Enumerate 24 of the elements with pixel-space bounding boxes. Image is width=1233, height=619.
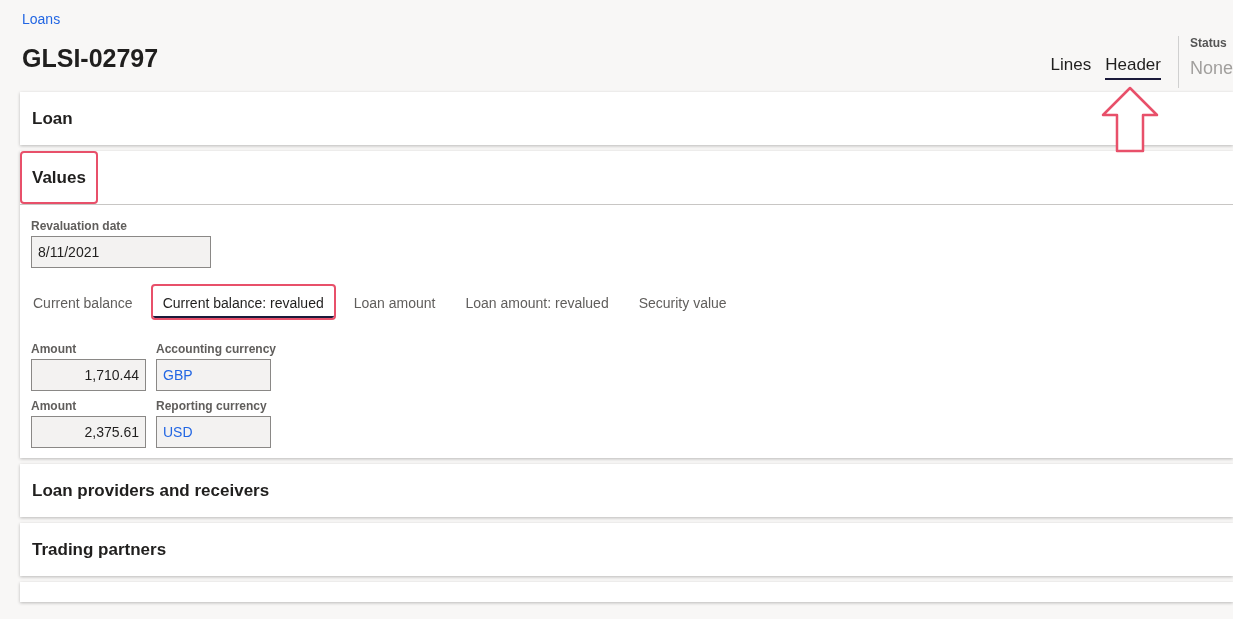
page-title: GLSI-02797 [22,44,159,73]
amount-field[interactable]: 1,710.44 [31,359,146,391]
section-header[interactable]: Loan providers and receivers [20,464,282,517]
status-value: None [1189,58,1233,79]
field-label: Amount [31,342,78,356]
value-tab[interactable]: Loan amount: revalued [453,284,621,320]
currency-field[interactable]: USD [156,416,271,448]
date-field[interactable]: 8/11/2021 [31,236,211,268]
field-label: Reporting currency [156,399,268,413]
breadcrumb-link[interactable]: Loans [22,11,61,27]
field-label: Amount [31,399,78,413]
value-tab[interactable]: Loan amount [341,284,448,320]
currency-field[interactable]: GBP [156,359,271,391]
value-tab[interactable]: Current balance: revalued [150,284,336,320]
field-label: Revaluation date [31,219,129,233]
status-label: Status [1189,36,1228,50]
section-header[interactable]: Values [20,151,98,204]
amount-field[interactable]: 2,375.61 [31,416,146,448]
field-label: Accounting currency [156,342,277,356]
section-header[interactable]: Trading partners [20,523,179,576]
view-tab[interactable]: Lines [1050,55,1092,80]
section-header[interactable]: Loan [20,92,85,145]
value-tab[interactable]: Current balance [21,284,145,320]
value-tab[interactable]: Security value [626,284,739,320]
